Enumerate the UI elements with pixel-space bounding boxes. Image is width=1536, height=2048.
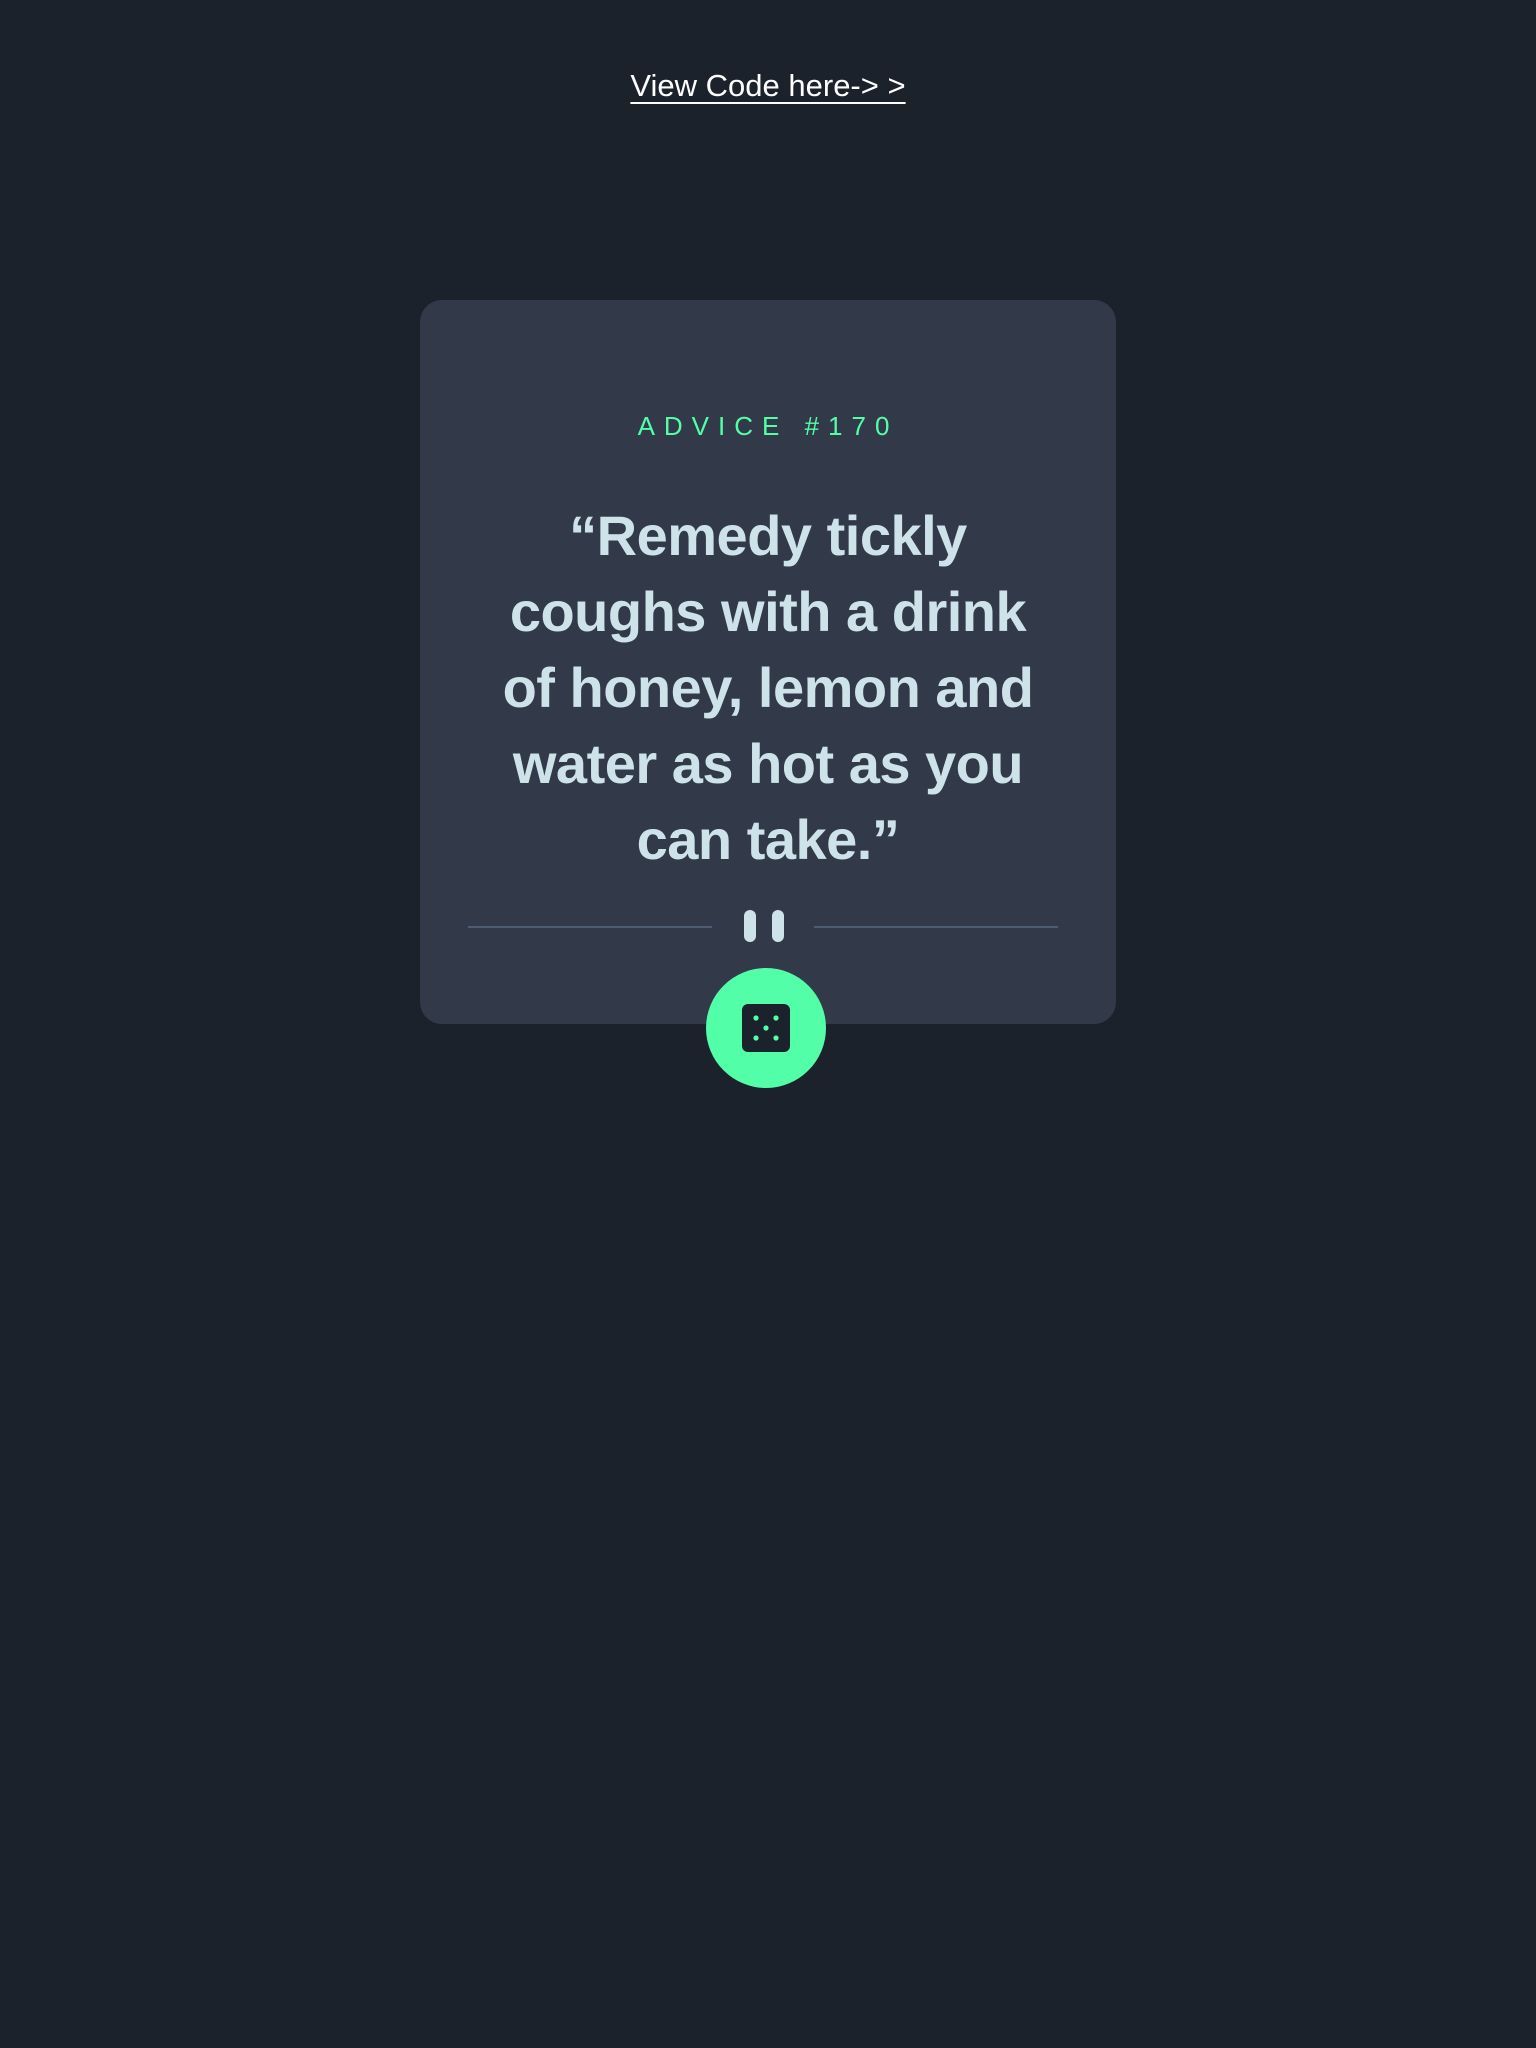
page: View Code here-> > ADVICE #170 “Remedy t… xyxy=(0,0,1536,2048)
view-code-link[interactable]: View Code here-> > xyxy=(0,64,1536,108)
new-advice-button[interactable] xyxy=(706,968,826,1088)
advice-card: ADVICE #170 “Remedy tickly coughs with a… xyxy=(420,300,1116,1024)
advice-quote: “Remedy tickly coughs with a drink of ho… xyxy=(502,504,1034,871)
advice-number-label: ADVICE #170 xyxy=(637,411,899,441)
divider-line-left xyxy=(468,926,712,928)
pause-icon xyxy=(744,910,784,942)
dice-icon xyxy=(742,1004,790,1052)
divider-line-right xyxy=(814,926,1058,928)
